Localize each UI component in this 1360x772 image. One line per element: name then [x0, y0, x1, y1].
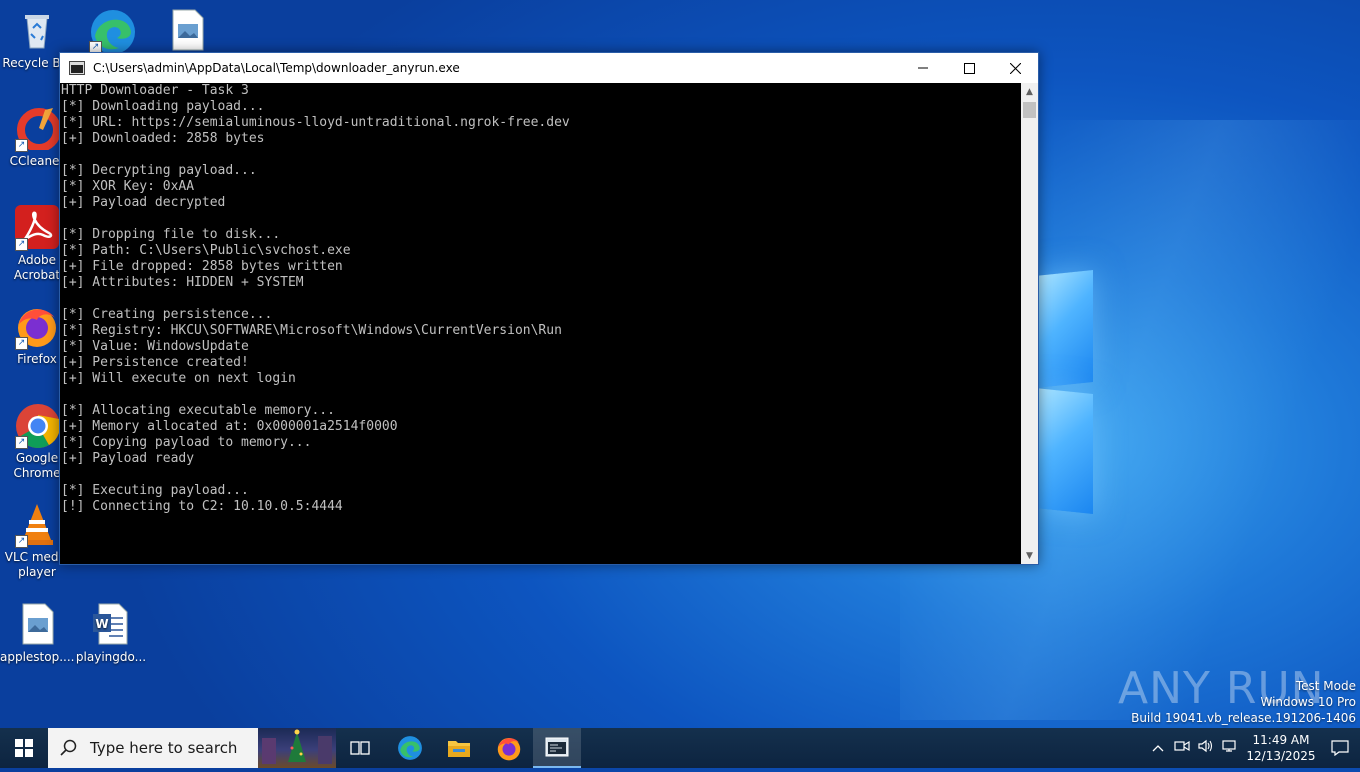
console-app-icon — [545, 737, 569, 757]
svg-text:W: W — [95, 617, 108, 631]
console-line: [*] Allocating executable memory... — [61, 403, 335, 418]
system-info-watermark: Test Mode Windows 10 Pro Build 19041.vb_… — [1131, 678, 1356, 726]
taskbar-clock[interactable]: 11:49 AM 12/13/2025 — [1242, 732, 1320, 764]
start-button[interactable] — [0, 728, 48, 768]
firefox-icon: ↗ — [15, 304, 59, 350]
recycle-bin-icon — [15, 8, 59, 52]
console-line: [+] Will execute on next login — [61, 371, 296, 386]
chrome-icon: ↗ — [15, 403, 61, 449]
build-text: Build 19041.vb_release.191206-1406 — [1131, 711, 1356, 725]
acrobat-icon: ↗ — [15, 205, 59, 251]
shortcut-arrow-icon: ↗ — [15, 337, 28, 350]
close-icon — [1009, 62, 1021, 74]
meet-now-icon[interactable] — [1170, 739, 1194, 757]
edge-icon — [398, 736, 422, 760]
console-line: [+] Payload ready — [61, 451, 195, 466]
console-output[interactable]: HTTP Downloader - Task 3 [*] Downloading … — [60, 83, 1021, 564]
minimize-icon — [918, 67, 928, 69]
desktop-icon-edge[interactable]: ↗ — [74, 8, 148, 56]
edge-icon: ↗ — [89, 8, 135, 54]
file-explorer-icon — [448, 741, 470, 757]
console-line: [*] Creating persistence... — [61, 307, 273, 322]
windows-start-icon — [15, 739, 33, 757]
console-app-icon — [69, 61, 85, 75]
image-file-icon — [165, 8, 209, 52]
console-line: [*] Registry: HKCU\SOFTWARE\Microsoft\Wi… — [61, 323, 562, 338]
notification-icon — [1331, 740, 1349, 756]
close-button[interactable] — [992, 53, 1038, 83]
console-line: [+] Memory allocated at: 0x000001a2514f0… — [61, 419, 398, 434]
notification-center-button[interactable] — [1320, 740, 1360, 756]
console-line: [+] Payload decrypted — [61, 195, 226, 210]
taskbar-file-explorer-button[interactable] — [435, 728, 483, 768]
clock-time: 11:49 AM — [1252, 733, 1310, 747]
console-line: [*] Copying payload to memory... — [61, 435, 312, 450]
volume-icon[interactable] — [1194, 739, 1218, 757]
console-line: [*] Dropping file to disk... — [61, 227, 281, 242]
desktop-icon-image-file[interactable] — [150, 8, 224, 56]
taskbar-search-box[interactable]: Type here to search — [48, 728, 336, 768]
console-window[interactable]: C:\Users\admin\AppData\Local\Temp\downlo… — [59, 52, 1039, 565]
maximize-button[interactable] — [946, 53, 992, 83]
minimize-button[interactable] — [900, 53, 946, 83]
windows-wallpaper-logo — [1035, 255, 1095, 515]
desktop-icon-label: playingdo... — [75, 650, 147, 664]
shortcut-arrow-icon: ↗ — [15, 139, 28, 152]
vlc-icon: ↗ — [15, 502, 59, 548]
test-mode-text: Test Mode — [1295, 679, 1356, 693]
task-view-button[interactable] — [336, 728, 384, 768]
console-line: HTTP Downloader - Task 3 — [61, 83, 249, 98]
image-file-icon — [15, 602, 59, 646]
console-line: [*] Path: C:\Users\Public\svchost.exe — [61, 243, 351, 258]
maximize-icon — [963, 62, 975, 74]
search-highlight-icon — [258, 728, 336, 768]
shortcut-arrow-icon: ↗ — [15, 535, 28, 548]
task-view-icon — [350, 741, 370, 755]
desktop-icon-label: applestop.... — [0, 650, 75, 664]
network-icon[interactable] — [1218, 739, 1242, 757]
scroll-up-icon[interactable]: ▲ — [1021, 83, 1038, 100]
console-line: [+] Attributes: HIDDEN + SYSTEM — [61, 275, 304, 290]
console-line: [*] Decrypting payload... — [61, 163, 257, 178]
show-hidden-icons-chevron-icon[interactable] — [1146, 741, 1170, 756]
console-line: [*] Executing payload... — [61, 483, 249, 498]
word-doc-icon: W — [89, 602, 133, 646]
window-titlebar[interactable]: C:\Users\admin\AppData\Local\Temp\downlo… — [60, 53, 1038, 83]
vertical-scrollbar[interactable]: ▲ ▼ — [1021, 83, 1038, 564]
taskbar-edge-button[interactable] — [386, 728, 434, 768]
search-icon — [60, 739, 77, 756]
window-title: C:\Users\admin\AppData\Local\Temp\downlo… — [93, 61, 460, 75]
ccleaner-icon: ↗ — [15, 106, 61, 152]
scroll-down-icon[interactable]: ▼ — [1021, 547, 1038, 564]
console-line: [+] Downloaded: 2858 bytes — [61, 131, 265, 146]
console-line: [*] URL: https://semialuminous-lloyd-unt… — [61, 115, 570, 130]
shortcut-arrow-icon: ↗ — [15, 238, 28, 251]
console-line: [*] Downloading payload... — [61, 99, 265, 114]
shortcut-arrow-icon: ↗ — [15, 436, 28, 449]
scrollbar-thumb[interactable] — [1023, 102, 1036, 118]
system-tray: 11:49 AM 12/13/2025 — [1146, 728, 1360, 768]
console-line: [+] Persistence created! — [61, 355, 249, 370]
desktop-icon-applestop[interactable]: applestop.... — [0, 602, 74, 665]
console-line: [*] Value: WindowsUpdate — [61, 339, 249, 354]
taskbar-console-button[interactable] — [533, 728, 581, 768]
taskbar-firefox-button[interactable] — [485, 728, 533, 768]
os-edition-text: Windows 10 Pro — [1260, 695, 1356, 709]
console-line: [!] Connecting to C2: 10.10.0.5:4444 — [61, 499, 343, 514]
firefox-icon — [497, 737, 521, 761]
desktop-icon-playingdo[interactable]: W playingdo... — [74, 602, 148, 665]
console-line: [*] XOR Key: 0xAA — [61, 179, 195, 194]
search-placeholder: Type here to search — [90, 739, 238, 757]
console-line: [+] File dropped: 2858 bytes written — [61, 259, 343, 274]
clock-date: 12/13/2025 — [1246, 749, 1316, 763]
taskbar: Type here to search 11:49 AM 12/13/2025 — [0, 728, 1360, 768]
